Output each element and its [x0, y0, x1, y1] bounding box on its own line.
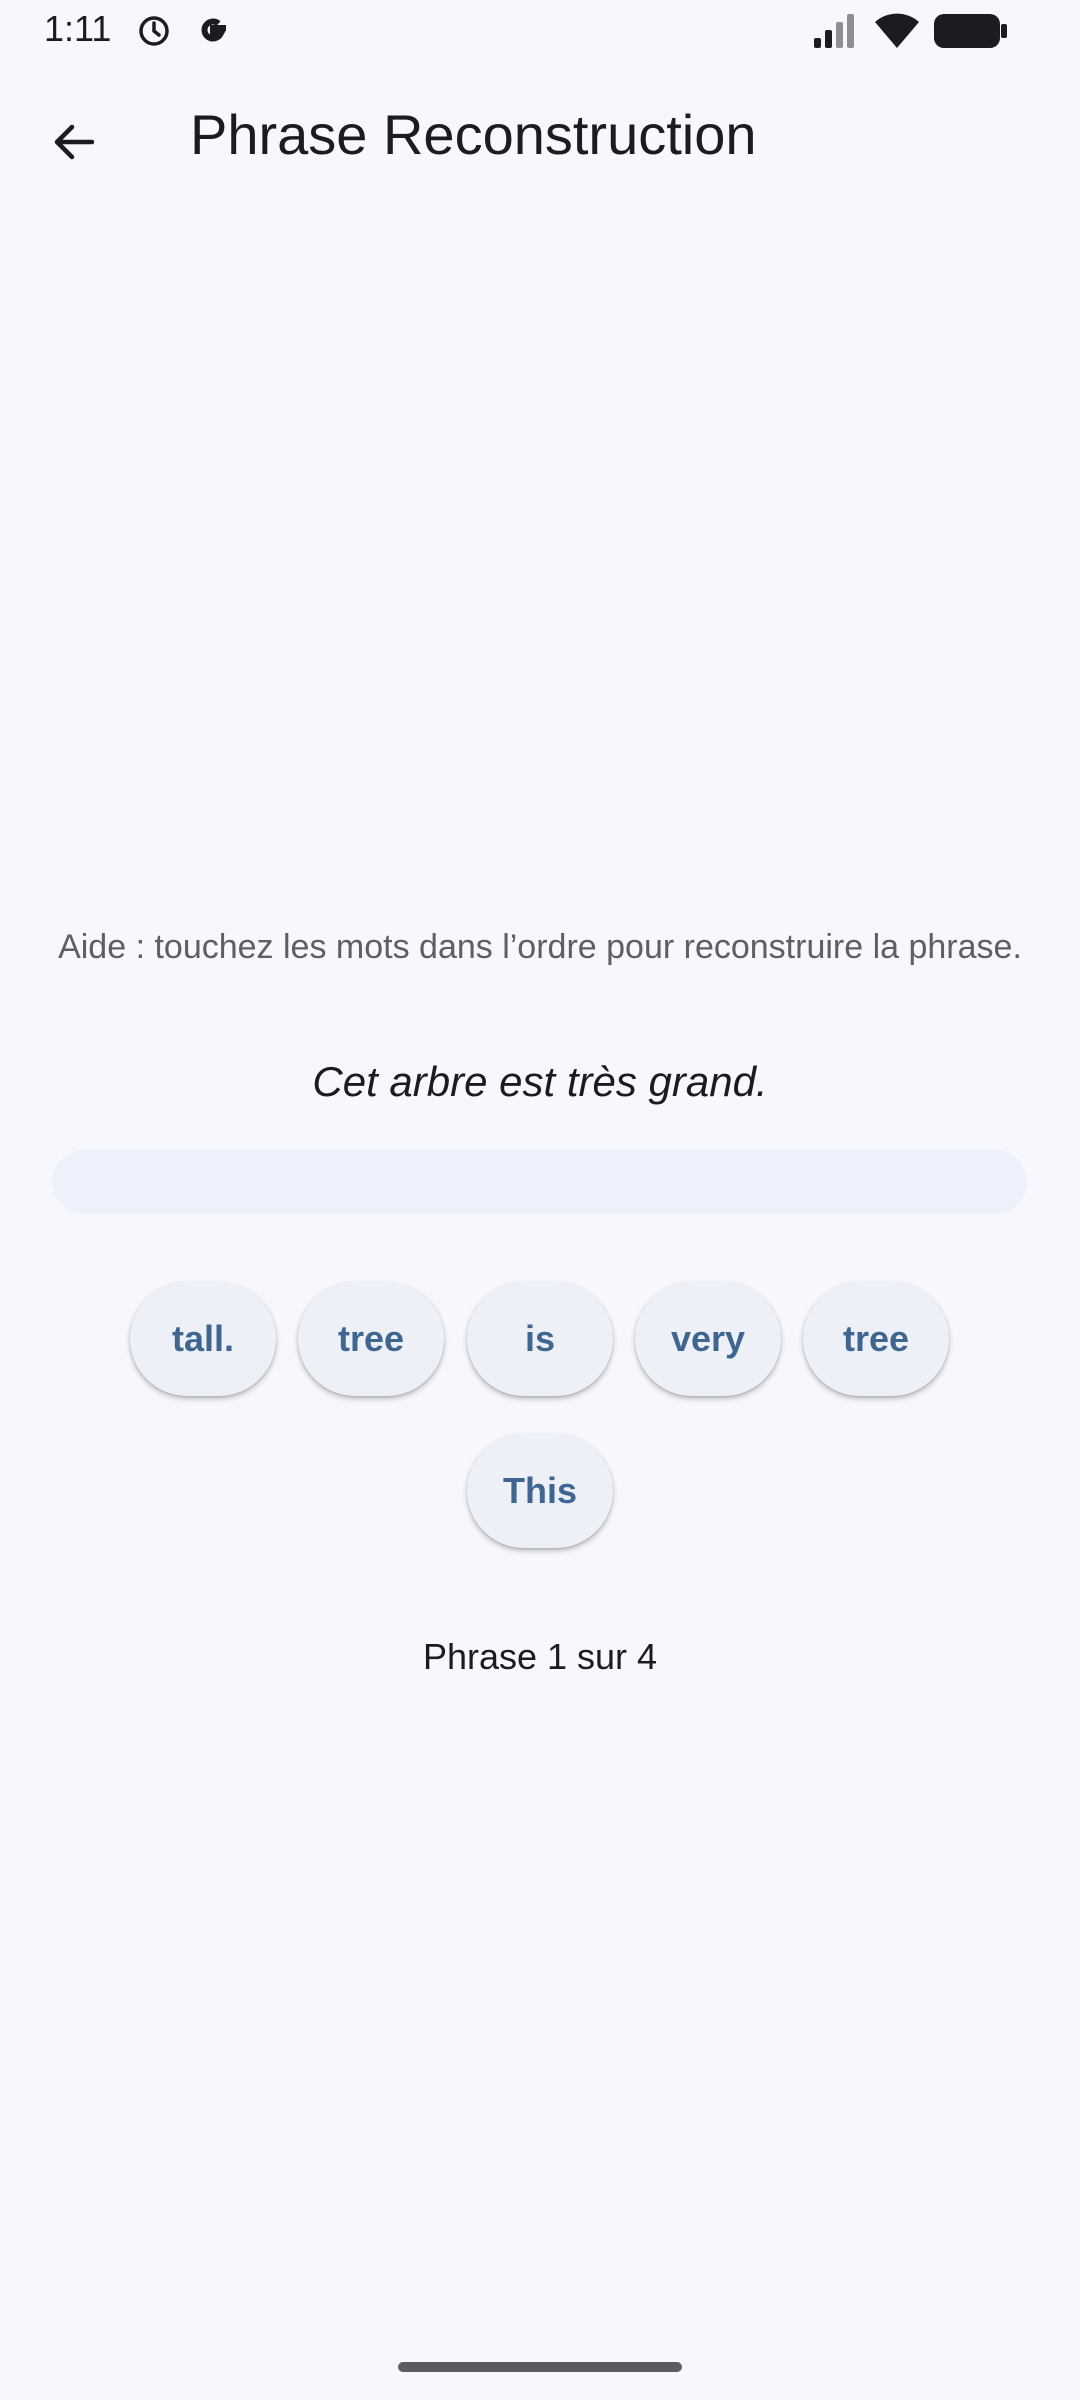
- word-chip[interactable]: is: [467, 1282, 613, 1396]
- status-time: 1:11: [44, 8, 112, 49]
- battery-icon: [934, 14, 1007, 48]
- wifi-icon: [875, 13, 919, 48]
- word-chip[interactable]: tree: [803, 1282, 949, 1396]
- alarm-icon: [139, 16, 169, 46]
- status-bar: 1:11: [0, 0, 1080, 62]
- home-indicator[interactable]: [398, 2362, 682, 2372]
- app-bar: Phrase Reconstruction: [0, 62, 1080, 210]
- signal-icon: [814, 14, 854, 48]
- page-title: Phrase Reconstruction: [190, 103, 757, 166]
- google-icon: [201, 18, 226, 42]
- arrow-back-icon: [54, 124, 95, 160]
- word-chip[interactable]: tall.: [130, 1282, 276, 1396]
- word-chip[interactable]: This: [467, 1434, 613, 1548]
- word-chip[interactable]: very: [635, 1282, 781, 1396]
- source-sentence: Cet arbre est très grand.: [312, 1058, 768, 1105]
- hint-text: Aide : touchez les mots dans l’ordre pou…: [58, 928, 1022, 966]
- answer-area[interactable]: [52, 1150, 1027, 1214]
- word-chip[interactable]: tree: [298, 1282, 444, 1396]
- back-button[interactable]: [32, 100, 116, 184]
- progress-text: Phrase 1 sur 4: [422, 1636, 658, 1677]
